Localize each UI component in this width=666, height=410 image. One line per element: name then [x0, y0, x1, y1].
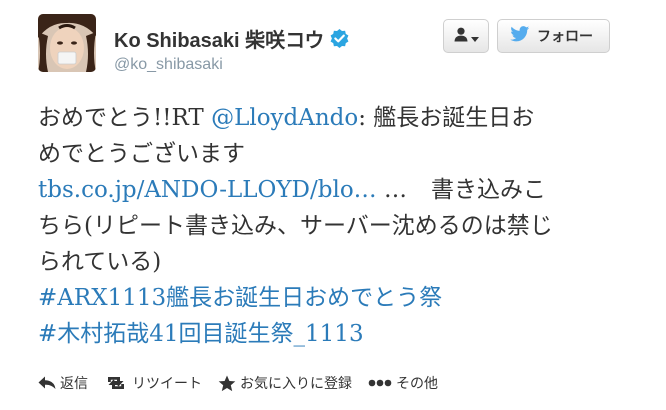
tweet-line-2: めでとうございます — [38, 141, 245, 167]
retweet-label: リツイート — [132, 376, 202, 392]
follow-button[interactable]: フォロー — [497, 19, 610, 53]
more-label: その他 — [396, 376, 438, 392]
user-full-name[interactable]: Ko Shibasaki 柴咲コウ — [114, 24, 324, 53]
tweet-card: Ko Shibasaki 柴咲コウ @ko_shibasaki フォロー おめで… — [0, 0, 666, 410]
favorite-action[interactable]: お気に入りに登録 — [218, 373, 352, 393]
tweet-text-segment: 書き込みこ — [430, 177, 546, 203]
reply-label: 返信 — [60, 376, 88, 392]
follow-button-label: フォロー — [537, 29, 593, 45]
hashtag-link[interactable]: #ARX1113艦長お誕生日おめでとう祭 — [38, 280, 638, 316]
user-name-line: Ko Shibasaki 柴咲コウ — [114, 24, 349, 53]
mention-link[interactable]: @LloydAndo — [211, 105, 358, 131]
retweet-icon — [104, 376, 128, 390]
tweet-line-4: ちら(リピート書き込み、サーバー沈めるのは禁じ — [38, 213, 553, 239]
avatar[interactable] — [38, 14, 96, 72]
favorite-label: お気に入りに登録 — [240, 376, 352, 392]
url-link[interactable]: tbs.co.jp/ANDO-LLOYD/blo… — [38, 177, 377, 203]
tweet-line-5: られている) — [38, 249, 162, 275]
tweet-line-3: tbs.co.jp/ANDO-LLOYD/blo… … 書き込みこ — [38, 172, 638, 208]
retweet-action[interactable]: リツイート — [104, 373, 202, 393]
more-dots-icon — [368, 379, 392, 387]
user-screen-name[interactable]: @ko_shibasaki — [114, 56, 223, 74]
tweet-text-segment: … — [376, 177, 407, 203]
tweet-text-segment: おめでとう!!RT — [38, 105, 212, 131]
reply-arrow-icon — [38, 376, 56, 390]
tweet-text: おめでとう!!RT @LloydAndo: 艦長お誕生日お めでとうございます … — [38, 100, 638, 352]
tweet-actions: 返信 リツイート お気に入りに登録 その他 — [38, 373, 454, 393]
twitter-bird-icon — [510, 26, 530, 46]
caret-down-icon — [470, 27, 479, 46]
user-actions-dropdown-button[interactable] — [443, 19, 489, 53]
tweet-line-1: おめでとう!!RT @LloydAndo: 艦長お誕生日お — [38, 100, 638, 136]
verified-badge-icon — [330, 29, 349, 48]
star-icon — [218, 375, 236, 392]
hashtag-link[interactable]: #木村拓哉41回目誕生祭_1113 — [38, 316, 638, 352]
tweet-text-segment: : 艦長お誕生日お — [358, 105, 535, 131]
person-icon — [454, 27, 468, 46]
reply-action[interactable]: 返信 — [38, 373, 88, 393]
more-action[interactable]: その他 — [368, 373, 438, 393]
